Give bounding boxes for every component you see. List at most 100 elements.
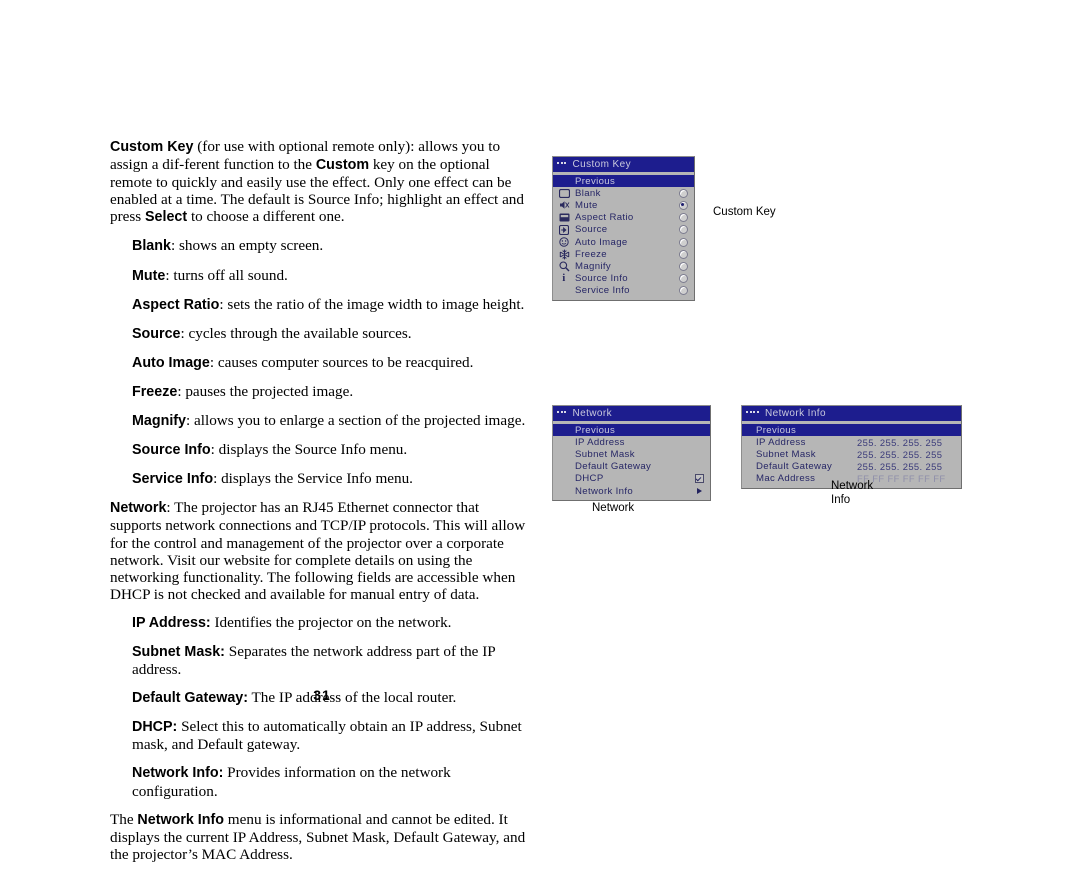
menu-dots-icon bbox=[746, 408, 760, 418]
menu-item-label: Service Info bbox=[575, 285, 630, 297]
network-row-ip-address[interactable]: IP Address bbox=[553, 436, 710, 448]
paragraph-network-info-note: The Network Info menu is informational a… bbox=[110, 811, 534, 863]
paragraph-aspect-ratio: Aspect Ratio: sets the ratio of the imag… bbox=[132, 296, 534, 314]
menu-item-control[interactable] bbox=[672, 188, 694, 198]
network-row-subnet-mask[interactable]: Subnet Mask bbox=[553, 448, 710, 460]
menu-item-label: Aspect Ratio bbox=[575, 212, 634, 224]
term-emphasis: Custom Key bbox=[110, 139, 194, 155]
custom-key-osd-menu[interactable]: Custom Key Previous Blank Mute Aspect Ratio… bbox=[552, 156, 695, 301]
menu-item-label: Previous bbox=[575, 175, 616, 187]
custom-key-row-previous[interactable]: Previous bbox=[553, 175, 694, 188]
custom-key-menu-rows: Previous Blank Mute Aspect Ratio Source Auto … bbox=[553, 172, 694, 300]
menu-item-control[interactable] bbox=[688, 488, 710, 495]
menu-item-label: Freeze bbox=[575, 248, 607, 260]
menu-item-label: Magnify bbox=[575, 260, 612, 272]
paragraph-dhcp: DHCP: Select this to automatically obtai… bbox=[132, 718, 534, 753]
menu-item-control[interactable] bbox=[672, 200, 694, 210]
menu-item-control[interactable] bbox=[672, 249, 694, 259]
menu-item-control[interactable] bbox=[688, 474, 710, 484]
paragraph-magnify: Magnify: allows you to enlarge a section… bbox=[132, 412, 534, 430]
network-info-row-previous: Previous bbox=[742, 424, 961, 437]
term-emphasis: Service Info bbox=[132, 471, 214, 488]
menu-item-value: 255. 255. 255. 255 bbox=[857, 436, 943, 448]
menu-item-label: DHCP bbox=[575, 473, 604, 485]
radio-button[interactable] bbox=[678, 261, 688, 271]
network-row-previous[interactable]: Previous bbox=[553, 424, 710, 437]
body-run: : cycles through the available sources. bbox=[180, 324, 412, 342]
radio-button[interactable] bbox=[678, 200, 688, 210]
term-emphasis: Auto Image bbox=[132, 354, 210, 371]
page-number: 31 bbox=[313, 687, 331, 703]
radio-button[interactable] bbox=[678, 188, 688, 198]
menu-item-control[interactable] bbox=[672, 225, 694, 235]
term-emphasis: Subnet Mask: bbox=[132, 643, 225, 660]
term-emphasis: Blank bbox=[132, 238, 171, 255]
menu-item-value: 255. 255. 255. 255 bbox=[857, 461, 943, 473]
network-info-menu-rows: Previous IP Address 255. 255. 255. 255 Subn… bbox=[742, 421, 961, 488]
paragraph-service-info: Service Info: displays the Service Info … bbox=[132, 470, 534, 488]
menu-item-control[interactable] bbox=[672, 237, 694, 247]
aspect-icon bbox=[553, 213, 575, 222]
checkbox[interactable] bbox=[694, 474, 704, 484]
term-emphasis: Network Info: bbox=[132, 765, 224, 782]
radio-button[interactable] bbox=[678, 237, 688, 247]
network-info-row-default-gateway: Default Gateway 255. 255. 255. 255 bbox=[742, 461, 961, 473]
paragraph-source-info: Source Info: displays the Source Info me… bbox=[132, 441, 534, 459]
paragraph-custom-key-intro: Custom Key (for use with optional remote… bbox=[110, 138, 534, 226]
network-row-network-info[interactable]: Network Info bbox=[553, 485, 710, 497]
network-caption: Network bbox=[592, 502, 635, 514]
custom-key-row-source-info[interactable]: i Source Info bbox=[553, 273, 694, 285]
paragraph-freeze: Freeze: pauses the projected image. bbox=[132, 383, 534, 401]
network-osd-menu[interactable]: Network Previous IP Address Subnet Mask Def… bbox=[552, 405, 711, 502]
custom-key-row-magnify[interactable]: Magnify bbox=[553, 260, 694, 272]
submenu-arrow-icon bbox=[696, 488, 702, 495]
custom-key-row-service-info[interactable]: Service Info bbox=[553, 285, 694, 297]
term-emphasis: Freeze bbox=[132, 383, 178, 400]
term-emphasis: Magnify bbox=[132, 413, 187, 430]
menu-item-label: Network Info bbox=[575, 485, 634, 497]
body-run: to choose a different one. bbox=[187, 208, 345, 226]
network-row-dhcp[interactable]: DHCP bbox=[553, 473, 710, 485]
body-run: : displays the Source Info menu. bbox=[210, 441, 408, 459]
network-info-osd-menu[interactable]: Network Info Previous IP Address 255. 255.… bbox=[741, 405, 962, 489]
menu-item-control[interactable] bbox=[672, 261, 694, 271]
radio-button[interactable] bbox=[678, 249, 688, 259]
term-emphasis: Network bbox=[110, 500, 167, 517]
custom-key-row-mute[interactable]: Mute bbox=[553, 199, 694, 211]
menu-item-control[interactable] bbox=[672, 213, 694, 223]
paragraph-source: Source: cycles through the available sou… bbox=[132, 325, 534, 343]
info-icon: i bbox=[562, 272, 566, 285]
body-run: Identifies the projector on the network. bbox=[210, 613, 452, 631]
custom-key-row-aspect-ratio[interactable]: Aspect Ratio bbox=[553, 212, 694, 224]
custom-key-row-auto-image[interactable]: Auto Image bbox=[553, 236, 694, 248]
radio-button[interactable] bbox=[678, 213, 688, 223]
menu-item-control[interactable] bbox=[672, 274, 694, 284]
network-info-menu-titlebar: Network Info bbox=[742, 406, 961, 421]
custom-key-row-blank[interactable]: Blank bbox=[553, 187, 694, 199]
paragraph-subnet-mask: Subnet Mask: Separates the network addre… bbox=[132, 643, 534, 678]
term-emphasis: Custom bbox=[315, 157, 370, 174]
radio-button[interactable] bbox=[678, 225, 688, 235]
menu-dots-icon bbox=[557, 408, 568, 418]
paragraph-mute: Mute: turns off all sound. bbox=[132, 267, 534, 285]
menu-item-label: IP Address bbox=[756, 436, 806, 448]
menu-item-label: Source Info bbox=[575, 273, 628, 285]
term-emphasis: Mute bbox=[132, 267, 166, 284]
radio-button[interactable] bbox=[678, 274, 688, 284]
custom-key-row-freeze[interactable]: Freeze bbox=[553, 248, 694, 260]
custom-key-row-source[interactable]: Source bbox=[553, 224, 694, 236]
term-emphasis: Source bbox=[132, 325, 181, 342]
custom-key-menu-titlebar: Custom Key bbox=[553, 157, 694, 172]
term-emphasis: Select bbox=[145, 209, 188, 226]
body-run: Select this to automatically obtain an I… bbox=[132, 718, 522, 754]
radio-button[interactable] bbox=[678, 286, 688, 296]
freeze-icon bbox=[553, 249, 575, 260]
menu-item-value: 255. 255. 255. 255 bbox=[857, 448, 943, 460]
term-emphasis: IP Address: bbox=[132, 614, 211, 631]
term-emphasis: Aspect Ratio bbox=[132, 296, 220, 313]
mute-icon bbox=[553, 200, 575, 210]
menu-item-label: Subnet Mask bbox=[756, 448, 816, 460]
term-emphasis: Network Info bbox=[137, 811, 224, 828]
menu-item-control[interactable] bbox=[672, 286, 694, 296]
network-row-default-gateway[interactable]: Default Gateway bbox=[553, 461, 710, 473]
